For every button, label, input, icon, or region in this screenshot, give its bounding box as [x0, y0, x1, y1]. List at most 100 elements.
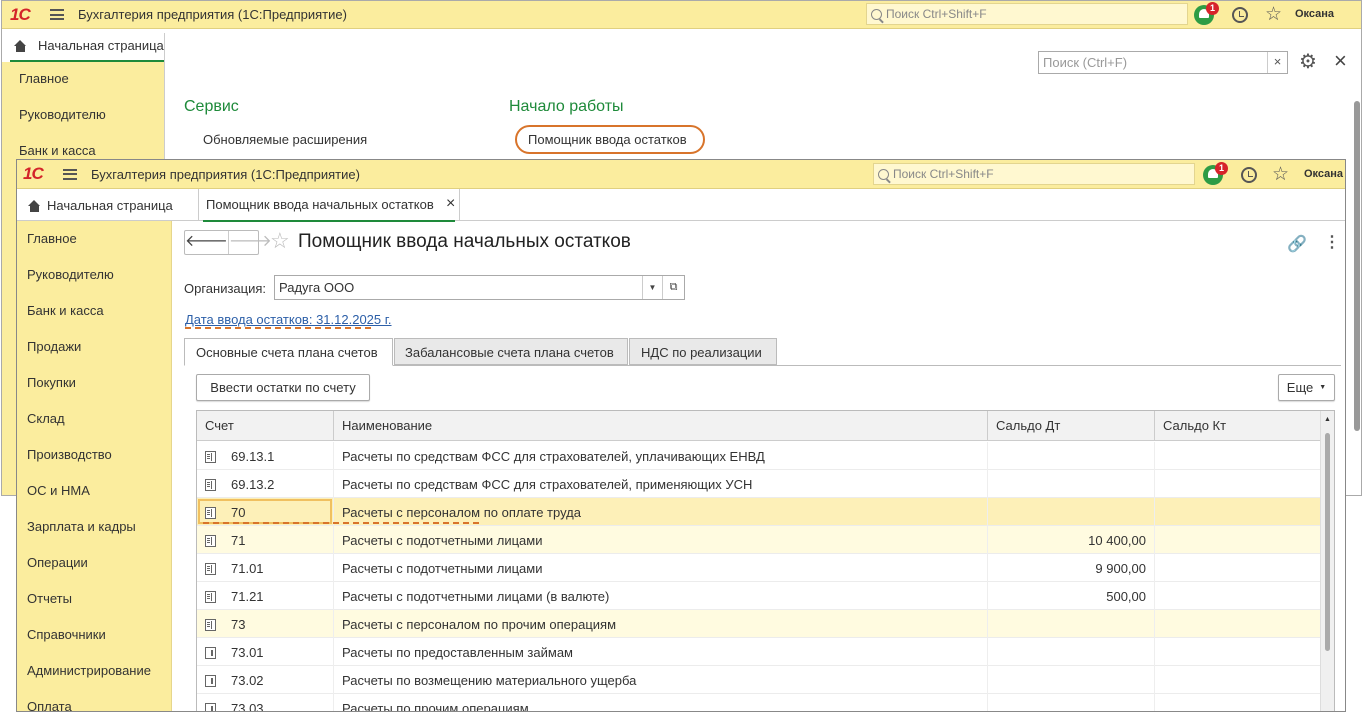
- table-row[interactable]: 69.13.2 Расчеты по средствам ФСС для стра…: [197, 470, 1320, 498]
- sidebar-item-fixed-assets[interactable]: ОС и НМА: [27, 483, 90, 498]
- account-code: 71.01: [231, 561, 264, 576]
- sidebar-item-payment[interactable]: Оплата: [27, 699, 72, 711]
- col-divider: [987, 411, 988, 441]
- col-credit[interactable]: Сальдо Кт: [1163, 418, 1226, 433]
- menu-icon[interactable]: [50, 9, 64, 20]
- sidebar-item-purchases[interactable]: Покупки: [27, 375, 76, 390]
- account-code: 73.02: [231, 673, 264, 688]
- col-account[interactable]: Счет: [205, 418, 234, 433]
- subtab-main-accounts-label: Основные счета плана счетов: [196, 345, 378, 360]
- sidebar-item-catalogs[interactable]: Справочники: [27, 627, 106, 642]
- accounts-table: Счет Наименование Сальдо Дт Сальдо Кт 69…: [196, 410, 1335, 712]
- favorites-star-icon[interactable]: ☆: [1265, 5, 1282, 24]
- col-divider: [987, 442, 988, 470]
- home-tab-label: Начальная страница: [38, 38, 164, 53]
- col-divider: [333, 610, 334, 638]
- favorite-star-icon[interactable]: ☆: [270, 229, 290, 253]
- back-sidebar-item[interactable]: Банк и касса: [19, 143, 96, 158]
- back-sidebar-item[interactable]: Главное: [19, 71, 69, 86]
- main-sidebar: Главное Руководителю Банк и касса Продаж…: [17, 221, 172, 711]
- app-title: Бухгалтерия предприятия (1С:Предприятие): [91, 166, 360, 182]
- col-divider: [1154, 638, 1155, 666]
- back-content-border: [164, 33, 165, 163]
- table-scrollbar[interactable]: ▲: [1320, 411, 1334, 711]
- user-name[interactable]: Оксана: [1304, 168, 1343, 180]
- clear-search-icon[interactable]: ×: [1267, 52, 1287, 73]
- settings-gear-icon[interactable]: ⚙: [1299, 52, 1317, 72]
- sidebar-item-sales[interactable]: Продажи: [27, 339, 81, 354]
- tab-assistant[interactable]: Помощник ввода начальных остатков ×: [198, 189, 460, 222]
- scroll-up-icon[interactable]: ▲: [1324, 416, 1331, 423]
- table-row[interactable]: 73.02 Расчеты по возмещению материального…: [197, 666, 1320, 694]
- sidebar-item-production[interactable]: Производство: [27, 447, 112, 462]
- sidebar-item-main[interactable]: Главное: [27, 231, 77, 246]
- col-debit[interactable]: Сальдо Дт: [996, 418, 1060, 433]
- global-search-placeholder: Поиск Ctrl+Shift+F: [886, 7, 987, 21]
- link-icon[interactable]: 🔗: [1287, 234, 1307, 254]
- global-search-input[interactable]: Поиск Ctrl+Shift+F: [866, 3, 1188, 25]
- more-button[interactable]: Еще ▼: [1278, 374, 1335, 401]
- sidebar-item-payroll[interactable]: Зарплата и кадры: [27, 519, 136, 534]
- col-divider: [1154, 442, 1155, 470]
- tab-home[interactable]: Начальная страница: [17, 189, 197, 221]
- sidebar-item-admin[interactable]: Администрирование: [27, 663, 151, 678]
- col-name[interactable]: Наименование: [342, 418, 432, 433]
- subtab-offbalance-accounts[interactable]: Забалансовые счета плана счетов: [394, 338, 628, 365]
- menu-icon[interactable]: [63, 168, 77, 180]
- account-name: Расчеты по возмещению материального ущер…: [342, 673, 637, 688]
- col-divider: [1154, 666, 1155, 694]
- link-extensions[interactable]: Обновляемые расширения: [203, 132, 367, 147]
- table-row[interactable]: 71.01 Расчеты с подотчетными лицами 9 900,…: [197, 554, 1320, 582]
- back-sidebar-item[interactable]: Руководителю: [19, 107, 106, 122]
- search-icon: [878, 168, 889, 180]
- sidebar-item-manager[interactable]: Руководителю: [27, 267, 114, 282]
- table-row[interactable]: 73.03 Расчеты по прочим операциям: [197, 694, 1320, 712]
- table-row[interactable]: 73.01 Расчеты по предоставленным займам: [197, 638, 1320, 666]
- debit-balance: 500,00: [1106, 589, 1146, 604]
- sidebar-item-reports[interactable]: Отчеты: [27, 591, 72, 606]
- history-icon[interactable]: [1232, 7, 1248, 23]
- app-logo: 1С: [10, 4, 31, 24]
- subtab-vat[interactable]: НДС по реализации: [629, 338, 777, 365]
- front-window: 1С Бухгалтерия предприятия (1С:Предприят…: [16, 159, 1346, 712]
- tab-home-label: Начальная страница: [47, 198, 173, 213]
- table-row[interactable]: 69.13.1 Расчеты по средствам ФСС для стра…: [197, 442, 1320, 470]
- col-divider: [1154, 470, 1155, 498]
- section-start-title: Начало работы: [509, 98, 624, 115]
- selected-cell-frame: [198, 499, 332, 524]
- favorites-star-icon[interactable]: ☆: [1272, 165, 1289, 184]
- back-home-tab[interactable]: Начальная страница: [2, 30, 164, 62]
- col-divider: [987, 694, 988, 711]
- tab-close-icon[interactable]: ×: [446, 195, 455, 213]
- active-tab-underline: [203, 220, 455, 222]
- organization-field[interactable]: Радуга ООО ▼ ⧉: [274, 275, 685, 300]
- account-code: 73.01: [231, 645, 264, 660]
- account-name: Расчеты по прочим операциям: [342, 701, 529, 712]
- back-arrow-icon[interactable]: 🡐: [185, 231, 229, 254]
- user-name[interactable]: Оксана: [1295, 8, 1334, 20]
- close-icon[interactable]: ×: [1334, 49, 1347, 73]
- back-search-field[interactable]: Поиск (Ctrl+F) ×: [1038, 51, 1288, 74]
- subtab-main-accounts[interactable]: Основные счета плана счетов: [184, 338, 393, 366]
- col-divider: [1154, 694, 1155, 711]
- col-divider: [1154, 526, 1155, 554]
- enter-balance-button[interactable]: Ввести остатки по счету: [196, 374, 370, 401]
- table-row[interactable]: 71 Расчеты с подотчетными лицами 10 400,00: [197, 526, 1320, 554]
- sidebar-item-bank[interactable]: Банк и касса: [27, 303, 104, 318]
- forward-arrow-icon[interactable]: 🡒: [229, 231, 272, 254]
- col-divider: [333, 694, 334, 711]
- table-row[interactable]: 71.21 Расчеты с подотчетными лицами (в ва…: [197, 582, 1320, 610]
- global-search-placeholder: Поиск Ctrl+Shift+F: [893, 167, 994, 181]
- back-scrollbar[interactable]: [1354, 101, 1360, 431]
- more-actions-icon[interactable]: ⋮: [1324, 232, 1340, 252]
- account-icon: [205, 535, 216, 547]
- balance-date-link[interactable]: Дата ввода остатков: 31.12.2025 г.: [185, 312, 392, 327]
- global-search-input[interactable]: Поиск Ctrl+Shift+F: [873, 163, 1195, 185]
- dropdown-arrow-icon[interactable]: ▼: [642, 276, 662, 299]
- open-organization-icon[interactable]: ⧉: [662, 276, 684, 299]
- col-divider: [1154, 582, 1155, 610]
- table-row[interactable]: 73 Расчеты с персоналом по прочим операци…: [197, 610, 1320, 638]
- history-icon[interactable]: [1241, 167, 1257, 183]
- sidebar-item-warehouse[interactable]: Склад: [27, 411, 65, 426]
- sidebar-item-operations[interactable]: Операции: [27, 555, 88, 570]
